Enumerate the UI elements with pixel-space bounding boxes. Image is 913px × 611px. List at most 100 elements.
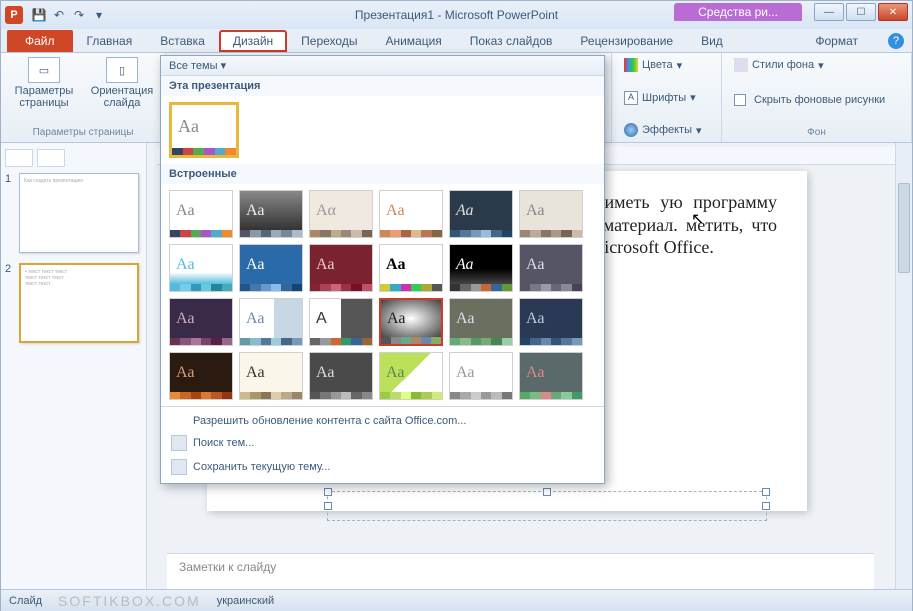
save-icon[interactable]: 💾	[31, 7, 47, 23]
theme-item[interactable]: Аа	[309, 244, 373, 292]
search-icon	[171, 435, 187, 451]
theme-item[interactable]: Аа	[169, 298, 233, 346]
allow-office-updates[interactable]: Разрешить обновление контента с сайта Of…	[161, 411, 604, 431]
text-frame-selected[interactable]	[327, 491, 767, 521]
theme-item[interactable]: Аа	[519, 190, 583, 238]
theme-colorstrip	[380, 230, 442, 237]
theme-preview: Aa	[240, 353, 302, 392]
help-button[interactable]: ?	[888, 33, 904, 49]
close-button[interactable]: ✕	[878, 3, 908, 21]
theme-item-highlighted[interactable]: Аа	[379, 298, 443, 346]
theme-item[interactable]: Аа	[449, 352, 513, 400]
theme-item[interactable]: Аа	[239, 298, 303, 346]
cursor-icon: ↖	[691, 209, 704, 229]
titlebar: P 💾 ↶ ↷ ▾ Презентация1 - Microsoft Power…	[1, 1, 912, 29]
tab-design[interactable]: Дизайн	[219, 30, 287, 52]
slide-orientation-button[interactable]: ▯ Ориентация слайда	[87, 57, 157, 109]
theme-colorstrip	[450, 284, 512, 291]
orientation-label: Ориентация слайда	[87, 85, 157, 109]
save-theme-label: Сохранить текущую тему...	[193, 461, 330, 473]
theme-item[interactable]: Аа	[519, 298, 583, 346]
theme-item[interactable]: Aa	[239, 352, 303, 400]
theme-item[interactable]: Аа	[239, 190, 303, 238]
background-styles-dropdown[interactable]: Стили фона ▾	[730, 57, 903, 73]
resize-handle-nw[interactable]	[324, 488, 332, 496]
search-themes[interactable]: Поиск тем...	[161, 431, 604, 455]
theme-item[interactable]: Aa	[169, 244, 233, 292]
theme-current[interactable]: Aa	[169, 102, 239, 158]
vertical-scrollbar[interactable]	[895, 143, 912, 589]
window-buttons: — ☐ ✕	[814, 3, 908, 21]
fonts-dropdown[interactable]: AШрифты ▾	[620, 90, 713, 106]
theme-preview: Аа	[240, 191, 302, 230]
tab-format[interactable]: Формат	[801, 30, 872, 52]
page-setup-button[interactable]: ▭ Параметры страницы	[9, 57, 79, 109]
theme-item[interactable]: Аа	[449, 190, 513, 238]
theme-colorstrip	[240, 230, 302, 237]
resize-handle-w[interactable]	[324, 502, 332, 510]
theme-colorstrip	[380, 392, 442, 399]
theme-preview: Аа	[240, 299, 302, 338]
resize-handle-n[interactable]	[543, 488, 551, 496]
theme-preview: Аа	[310, 353, 372, 392]
theme-item[interactable]: Аа	[239, 244, 303, 292]
theme-item[interactable]: Aα	[309, 190, 373, 238]
hide-bg-label: Скрыть фоновые рисунки	[754, 94, 885, 106]
colors-dropdown[interactable]: Цвета ▾	[620, 57, 713, 73]
tab-transitions[interactable]: Переходы	[287, 30, 371, 52]
resize-handle-e[interactable]	[762, 502, 770, 510]
app-window: P 💾 ↶ ↷ ▾ Презентация1 - Microsoft Power…	[0, 0, 913, 611]
theme-item[interactable]: Аа	[169, 352, 233, 400]
theme-item[interactable]: Аа	[519, 244, 583, 292]
notes-pane[interactable]: Заметки к слайду	[167, 553, 874, 589]
thumbnail-1[interactable]: 1 Как создать презентацию	[5, 173, 142, 253]
tab-view[interactable]: Вид	[687, 30, 737, 52]
qat-dropdown-icon[interactable]: ▾	[91, 7, 107, 23]
theme-item[interactable]: Аа	[309, 352, 373, 400]
thumb-slide-2: ▪ текст текст тексттекст текст тексттекс…	[19, 263, 139, 343]
tab-review[interactable]: Рецензирование	[566, 30, 687, 52]
maximize-button[interactable]: ☐	[846, 3, 876, 21]
scrollbar-thumb[interactable]	[898, 183, 910, 273]
minimize-button[interactable]: —	[814, 3, 844, 21]
theme-colorstrip	[240, 392, 302, 399]
hide-bg-checkbox[interactable]: Скрыть фоновые рисунки	[730, 93, 903, 107]
theme-item[interactable]: Aa	[379, 244, 443, 292]
theme-colorstrip	[172, 148, 236, 155]
themes-dropdown: Все темы ▾ Эта презентация Aa Встроенные…	[160, 55, 605, 484]
tab-slideshow[interactable]: Показ слайдов	[456, 30, 567, 52]
undo-icon[interactable]: ↶	[51, 7, 67, 23]
theme-item[interactable]: Аа	[449, 244, 513, 292]
slides-tab[interactable]	[5, 149, 33, 167]
section-this-presentation: Эта презентация	[161, 76, 604, 96]
outline-tab[interactable]	[37, 149, 65, 167]
redo-icon[interactable]: ↷	[71, 7, 87, 23]
theme-item[interactable]: Aa	[379, 190, 443, 238]
theme-preview: Аа	[170, 353, 232, 392]
theme-preview: Аа	[450, 353, 512, 392]
themes-dd-header[interactable]: Все темы ▾	[161, 56, 604, 76]
thumbnail-2[interactable]: 2 ▪ текст текст тексттекст текст текстте…	[5, 263, 142, 343]
theme-colorstrip	[170, 392, 232, 399]
group-page-setup-label: Параметры страницы	[9, 127, 157, 138]
all-themes-label: Все темы	[169, 60, 218, 72]
tab-insert[interactable]: Вставка	[146, 30, 219, 52]
group-background: Стили фона ▾ Скрыть фоновые рисунки Фон	[722, 53, 912, 142]
section-builtin: Встроенные	[161, 164, 604, 184]
contextual-tab-label: Средства ри...	[674, 3, 802, 21]
save-current-theme[interactable]: Сохранить текущую тему...	[161, 455, 604, 479]
orientation-icon: ▯	[106, 57, 138, 83]
theme-item[interactable]: Аа	[379, 352, 443, 400]
theme-item[interactable]: Аа	[449, 298, 513, 346]
effects-dropdown[interactable]: Эффекты ▾	[620, 122, 713, 138]
ribbon-tabs: Файл Главная Вставка Дизайн Переходы Ани…	[1, 29, 912, 53]
theme-item[interactable]: Aa	[169, 190, 233, 238]
theme-item[interactable]: Аа	[519, 352, 583, 400]
theme-item[interactable]: Aa	[309, 298, 373, 346]
status-language[interactable]: украинский	[217, 595, 274, 607]
tab-home[interactable]: Главная	[73, 30, 147, 52]
tab-animations[interactable]: Анимация	[371, 30, 455, 52]
resize-handle-ne[interactable]	[762, 488, 770, 496]
theme-preview: Аа	[170, 299, 232, 338]
tab-file[interactable]: Файл	[7, 30, 73, 52]
